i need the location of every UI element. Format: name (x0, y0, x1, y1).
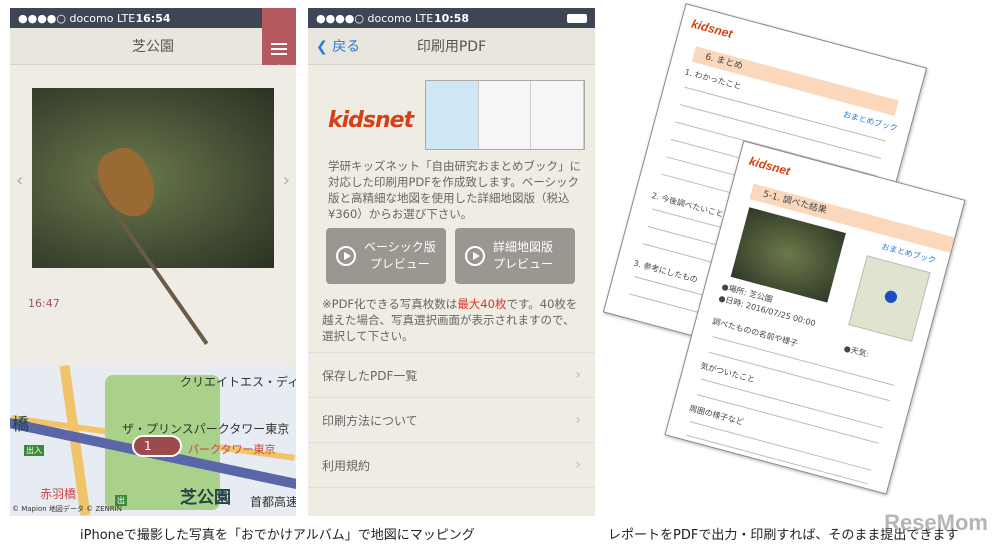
weather-label: ●天気: (842, 343, 871, 360)
nav-bar: ❮ 戻る 印刷用PDF (308, 28, 595, 65)
chevron-right-icon[interactable]: › (283, 170, 290, 191)
play-icon (465, 246, 485, 266)
item-label: 保存したPDF一覧 (322, 368, 418, 383)
button-label: プレビュー (493, 257, 554, 271)
chevron-right-icon: › (575, 367, 581, 383)
page-title: 芝公園 (132, 39, 174, 55)
status-bar: ●●●●○ docomo LTE 10:58 (308, 8, 595, 28)
pdf-thumbnail (425, 80, 585, 150)
photo-time: 16:47 (28, 297, 60, 310)
kidsnet-logo: kidsnet (747, 153, 792, 179)
pdf-phone-screen: ●●●●○ docomo LTE 10:58 ❮ 戻る 印刷用PDF kidsn… (308, 8, 595, 516)
saved-pdf-list-item[interactable]: 保存したPDF一覧 › (308, 353, 595, 398)
map-copyright: © Mapion 地図データ © ZENRIN (12, 505, 122, 513)
left-caption: iPhoneで撮影した写真を「おでかけアルバム」で地図にマッピング (80, 528, 475, 543)
map-label: 赤羽橋 (40, 487, 77, 501)
item-label: 利用規約 (322, 458, 371, 473)
chevron-right-icon: › (575, 457, 581, 473)
status-bar: ●●●●○ docomo LTE 16:54 (10, 8, 296, 28)
cicada-photo[interactable] (32, 88, 274, 345)
network: LTE (116, 11, 136, 25)
detailed-map-preview-button[interactable]: 詳細地図版プレビュー (455, 228, 575, 284)
resemom-watermark: ReseMom (884, 510, 988, 535)
map-view[interactable]: クリエイトエス・ディ ザ・プリンスパークタワー東京 パークタワー東京 芝公園 首… (10, 365, 296, 516)
carrier: ●●●●○ docomo (18, 11, 114, 25)
battery-icon (567, 14, 587, 23)
photo-card: ‹ › 16:47 (10, 65, 296, 365)
location-pin-icon: ● (882, 284, 901, 307)
clock: 16:54 (135, 11, 171, 25)
map-label: 出入 (24, 445, 44, 456)
button-label: 詳細地図版 (493, 240, 554, 254)
back-label: 戻る (332, 39, 361, 55)
description: 学研キッズネット「自由研究おまとめブック」に対応した印刷用PDFを作成致します。… (328, 159, 581, 221)
item-label: 3. 参考にしたもの (632, 258, 699, 285)
page-title: 印刷用PDF (416, 39, 487, 55)
play-icon (336, 246, 356, 266)
item-label: 印刷方法について (322, 413, 418, 428)
nav-bar: 芝公園 (10, 8, 296, 72)
note-text: ※PDF化できる写真枚数は (322, 297, 458, 311)
pin-count: 1 (144, 439, 152, 453)
network: LTE (414, 11, 434, 25)
map-label: クリエイトエス・ディ (180, 375, 296, 389)
menu-list: 保存したPDF一覧 › 印刷方法について › 利用規約 › (308, 352, 595, 488)
chevron-right-icon: › (575, 412, 581, 428)
map-label: 橋 (12, 415, 29, 435)
back-button[interactable]: ❮ 戻る (316, 36, 360, 56)
clock: 10:58 (433, 11, 470, 25)
map-label: 芝公園 (180, 488, 231, 508)
chevron-left-icon[interactable]: ‹ (16, 170, 23, 191)
button-label: ベーシック版 (364, 240, 436, 254)
chevron-left-icon: ❮ (316, 39, 328, 55)
terms-item[interactable]: 利用規約 › (308, 443, 595, 488)
menu-icon[interactable] (262, 8, 296, 72)
map-label: パークタワー東京 (188, 443, 276, 456)
carrier: ●●●●○ docomo (316, 11, 412, 25)
report-map: ● (848, 255, 931, 342)
basic-preview-button[interactable]: ベーシック版 プレビュー (326, 228, 446, 284)
button-label: プレビュー (369, 257, 430, 271)
kidsnet-logo: kidsnet (328, 108, 414, 133)
photo-limit-note: ※PDF化できる写真枚数は最大40枚です。40枚を越えた場合、写真選択画面が表示… (322, 296, 584, 344)
map-label: 首都高速 (250, 495, 296, 509)
kidsnet-logo: kidsnet (689, 16, 735, 41)
item-label: 2. 今後調べたいこと (650, 191, 725, 219)
print-method-item[interactable]: 印刷方法について › (308, 398, 595, 443)
photo-pin[interactable]: 1 (132, 435, 182, 457)
note-highlight: 最大40枚 (457, 297, 507, 311)
album-phone-screen: ●●●●○ docomo LTE 16:54 芝公園 ‹ › 16:47 クリエ… (10, 8, 296, 516)
